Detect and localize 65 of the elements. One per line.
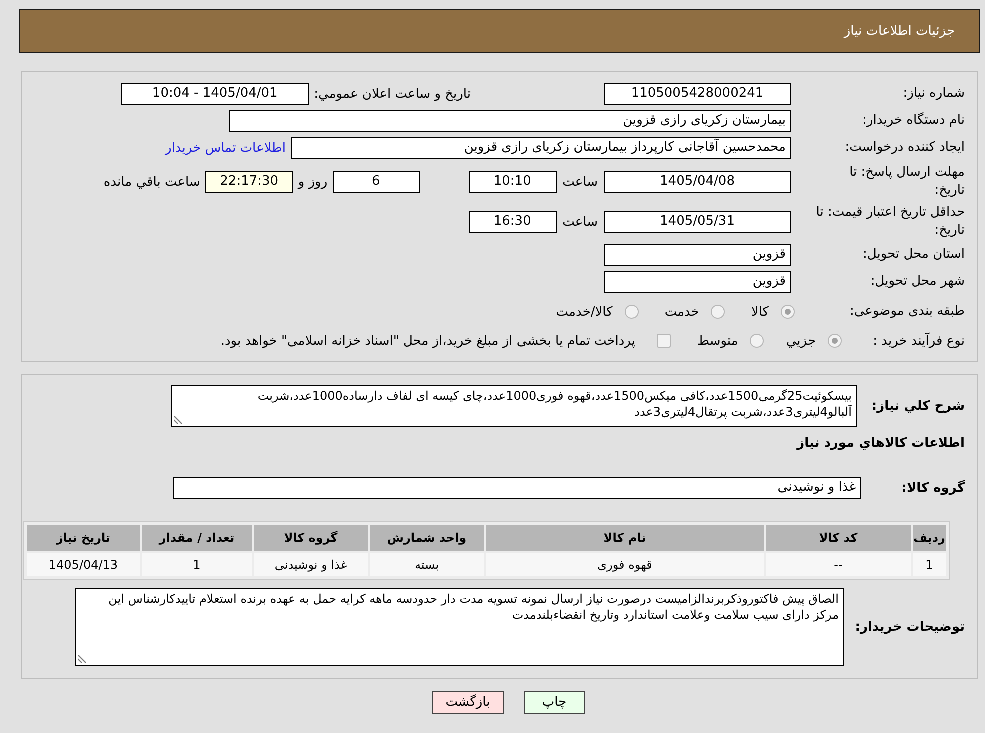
column-header: تاریخ نیاز bbox=[27, 525, 140, 551]
field-label: مهلت ارسال پاسخ: تا تاریخ: bbox=[848, 164, 965, 200]
table-cell: قهوه فوری bbox=[486, 553, 764, 576]
resize-grip-icon[interactable] bbox=[174, 416, 182, 424]
radio-button[interactable] bbox=[781, 305, 795, 319]
radio-button[interactable] bbox=[624, 305, 639, 319]
time-field[interactable]: 10:10 bbox=[468, 171, 557, 193]
table-cell: -- bbox=[766, 553, 911, 576]
checkbox[interactable] bbox=[657, 334, 672, 348]
column-header: تعداد / مقدار bbox=[142, 525, 252, 551]
resize-grip-icon[interactable] bbox=[78, 655, 86, 663]
radio-label: جزيي bbox=[786, 334, 816, 348]
remaining-time-field[interactable]: 22:17:30 bbox=[205, 171, 294, 193]
radio-label: متوسط bbox=[697, 334, 738, 348]
field-label: طبقه بندی موضوعی: bbox=[848, 303, 965, 321]
column-header: گروه کالا bbox=[254, 525, 368, 551]
section-title: اطلاعات كالاهاي مورد نياز bbox=[797, 435, 965, 453]
column-header: نام کالا bbox=[486, 525, 764, 551]
field-label: گروه كالا: bbox=[900, 480, 965, 496]
radio-label: کالا/خدمت bbox=[556, 304, 613, 320]
table-cell: 1 bbox=[913, 553, 946, 576]
field-label: روز و bbox=[298, 174, 328, 190]
need-number-field[interactable]: 1105005428000241 bbox=[604, 83, 791, 105]
field-label: نام دستگاه خریدار: bbox=[862, 112, 965, 130]
field-label: ساعت باقي مانده bbox=[104, 174, 200, 190]
field-label: توضیحات خریدار: bbox=[854, 620, 965, 634]
radio-button[interactable] bbox=[828, 334, 842, 348]
table-cell: 1405/04/13 bbox=[27, 553, 140, 576]
radio-label: کالا bbox=[751, 304, 769, 320]
field-label: ساعت bbox=[562, 174, 598, 190]
date-field[interactable]: 1405/05/31 bbox=[604, 211, 791, 233]
buyer-name-field[interactable]: بیمارستان زکریای رازی قزوین bbox=[229, 110, 791, 132]
date-field[interactable]: 1405/04/08 bbox=[604, 171, 791, 193]
goods-group-field[interactable]: غذا و نوشیدنی bbox=[173, 477, 861, 499]
column-header: کد کالا bbox=[766, 525, 911, 551]
field-label: نوع فرآیند خرید : bbox=[872, 334, 965, 348]
announce-date-field[interactable]: 1405/04/01 - 10:04 bbox=[121, 83, 310, 105]
back-button[interactable]: بازگشت bbox=[432, 691, 504, 714]
field-label: ایجاد کننده درخواست: bbox=[844, 139, 965, 157]
description-field[interactable]: بیسکوئیت25گرمی1500عدد،کافی میکس1500عدد،قهوه فوری1000عدد،چای کیسه ای لفاف دارساده1000عدد،شربت آلبالو4لیتری3عدد،شربت پرتقال4لیتری3عدد bbox=[171, 385, 857, 427]
days-field[interactable]: 6 bbox=[332, 171, 420, 193]
page-title: جزئیات اطلاعات نیاز bbox=[844, 24, 955, 38]
province-field[interactable]: قزوین bbox=[604, 244, 791, 266]
column-header: واحد شمارش bbox=[370, 525, 484, 551]
print-button[interactable]: چاپ bbox=[524, 691, 585, 714]
field-label: شماره نیاز: bbox=[902, 85, 965, 103]
table-cell: بسته bbox=[370, 553, 484, 576]
field-label: حداقل تاریخ اعتبار قیمت: تا تاریخ: bbox=[815, 204, 965, 240]
field-label: شهر محل تحویل: bbox=[870, 273, 965, 291]
column-header: ردیف bbox=[913, 525, 946, 551]
time-field[interactable]: 16:30 bbox=[468, 211, 557, 233]
radio-button[interactable] bbox=[711, 305, 726, 319]
field-label: استان محل تحویل: bbox=[862, 246, 965, 264]
table-cell: غذا و نوشیدنی bbox=[254, 553, 368, 576]
field-label: تاریخ و ساعت اعلان عمومي: bbox=[314, 86, 471, 102]
table-cell: 1 bbox=[142, 553, 252, 576]
checkbox-label: پرداخت تمام یا بخشی از مبلغ خرید،از محل "اسناد خزانه اسلامی" خواهد بود. bbox=[220, 334, 636, 348]
radio-label: خدمت bbox=[664, 304, 700, 320]
radio-button[interactable] bbox=[750, 334, 764, 348]
field-label: شرح كلي نياز: bbox=[870, 398, 965, 414]
city-field[interactable]: قزوین bbox=[604, 271, 791, 293]
buyer-notes-field[interactable]: الصاق پیش فاکتوروذکربرندالزامیست درصورت نیاز ارسال نمونه تسویه مدت دار حدودسه ماهه کرایه حمل به عهده برنده استعلام تاییدکارشناس این مرکز دارای سیب سلامت وعلامت استاندارد وتاریخ انقضاءبلندمدت bbox=[75, 588, 844, 666]
requester-field[interactable]: محمدحسین آقاجانی کارپرداز بیمارستان زکریای رازی قزوین bbox=[291, 137, 791, 159]
buyer-contact-link[interactable]: اطلاعات تماس خریدار bbox=[166, 140, 286, 156]
field-label: ساعت bbox=[562, 214, 598, 230]
